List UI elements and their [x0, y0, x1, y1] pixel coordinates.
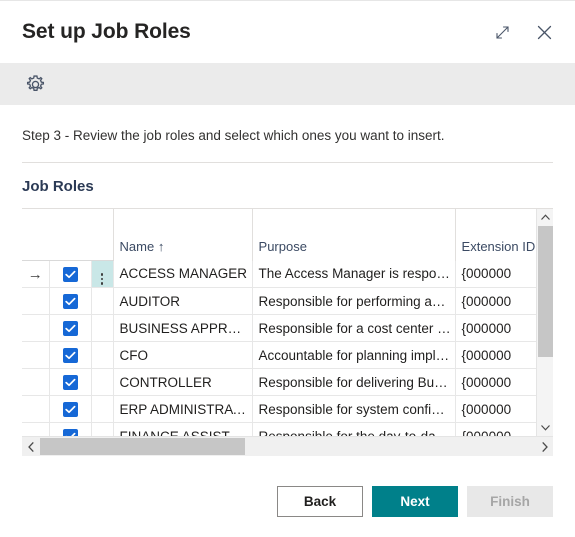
- column-header-name[interactable]: Name ↑: [112, 209, 253, 261]
- vertical-scroll-track[interactable]: [537, 226, 554, 419]
- row-checkbox[interactable]: [62, 429, 78, 437]
- row-menu-cell[interactable]: [91, 314, 114, 343]
- grid-scroll-area: Name ↑ Purpose Extension ID → ACCESS MANA…: [22, 209, 554, 437]
- section-title: Job Roles: [22, 178, 94, 196]
- cell-purpose[interactable]: The Access Manager is responsi...: [252, 260, 456, 289]
- cell-name[interactable]: ERP ADMINISTRATOR: [113, 395, 253, 424]
- finish-button: Finish: [467, 486, 553, 517]
- setup-job-roles-dialog: Set up Job Roles Step 3 - Review the job…: [0, 0, 575, 537]
- job-roles-grid: Name ↑ Purpose Extension ID → ACCESS MANA…: [22, 208, 554, 457]
- row-menu-cell[interactable]: [91, 368, 114, 397]
- dialog-body: Step 3 - Review the job roles and select…: [0, 105, 575, 468]
- vertical-scroll-thumb[interactable]: [537, 226, 553, 358]
- row-select-cell[interactable]: [49, 287, 92, 316]
- table-row[interactable]: CFO Accountable for planning imple... {000…: [22, 341, 553, 370]
- row-checkbox[interactable]: [62, 348, 78, 364]
- row-menu-cell[interactable]: [91, 287, 114, 316]
- gear-icon[interactable]: [22, 71, 48, 97]
- close-icon[interactable]: [531, 19, 557, 45]
- row-checkbox[interactable]: [62, 267, 78, 283]
- cell-name[interactable]: CFO: [113, 341, 253, 370]
- row-checkbox[interactable]: [62, 321, 78, 337]
- row-menu-cell[interactable]: [91, 260, 114, 289]
- cell-purpose[interactable]: Responsible for performing audi...: [252, 287, 456, 316]
- cell-purpose[interactable]: Responsible for the day-to-day ...: [252, 422, 456, 437]
- more-options-icon[interactable]: [100, 273, 104, 285]
- row-checkbox[interactable]: [62, 294, 78, 310]
- table-body: → ACCESS MANAGER The Access Manager is res…: [22, 260, 553, 437]
- row-select-cell[interactable]: [49, 260, 92, 289]
- divider: [22, 162, 553, 164]
- table-row[interactable]: → ACCESS MANAGER The Access Manager is res…: [22, 260, 553, 289]
- row-indicator-cell: [22, 422, 50, 437]
- cell-name[interactable]: AUDITOR: [113, 287, 253, 316]
- grid-horizontal-scrollbar[interactable]: [22, 436, 553, 457]
- row-menu-cell[interactable]: [91, 395, 114, 424]
- row-indicator-cell: [22, 314, 50, 343]
- table-row[interactable]: CONTROLLER Responsible for delivering Bus…: [22, 368, 553, 397]
- cell-name[interactable]: BUSINESS APPROV...: [113, 314, 253, 343]
- table-row[interactable]: ERP ADMINISTRATOR Responsible for system …: [22, 395, 553, 424]
- chevron-up-icon[interactable]: [537, 209, 554, 226]
- chevron-down-icon[interactable]: [537, 419, 554, 436]
- dialog-toolbar: [0, 63, 575, 105]
- column-header-selection: [22, 209, 114, 262]
- row-current-indicator: →: [22, 260, 50, 289]
- cell-purpose[interactable]: Responsible for system configur...: [252, 395, 456, 424]
- row-indicator-cell: [22, 395, 50, 424]
- row-menu-cell[interactable]: [91, 341, 114, 370]
- row-select-cell[interactable]: [49, 422, 92, 437]
- expand-diagonal-icon[interactable]: [489, 19, 515, 45]
- table-row[interactable]: AUDITOR Responsible for performing audi..…: [22, 287, 553, 316]
- chevron-right-icon[interactable]: [535, 437, 553, 457]
- column-header-purpose[interactable]: Purpose: [251, 209, 456, 261]
- next-button[interactable]: Next: [372, 486, 458, 517]
- row-select-cell[interactable]: [49, 368, 92, 397]
- cell-name[interactable]: CONTROLLER: [113, 368, 253, 397]
- table-row[interactable]: BUSINESS APPROV... Responsible for a cost…: [22, 314, 553, 343]
- table-header: Name ↑ Purpose Extension ID: [22, 209, 553, 262]
- table-row[interactable]: FINANCE ASSISTANT Responsible for the day…: [22, 422, 553, 437]
- cell-name[interactable]: ACCESS MANAGER: [113, 260, 253, 289]
- horizontal-scroll-track[interactable]: [40, 437, 535, 457]
- cell-name[interactable]: FINANCE ASSISTANT: [113, 422, 253, 437]
- grid-vertical-scrollbar[interactable]: [536, 209, 554, 437]
- row-indicator-cell: [22, 341, 50, 370]
- row-select-cell[interactable]: [49, 395, 92, 424]
- job-roles-table: Name ↑ Purpose Extension ID → ACCESS MANA…: [22, 209, 553, 437]
- titlebar-actions: [489, 19, 557, 45]
- dialog-titlebar: Set up Job Roles: [0, 1, 575, 63]
- arrow-right-icon: →: [27, 265, 43, 283]
- horizontal-scroll-thumb[interactable]: [40, 437, 245, 455]
- back-button[interactable]: Back: [277, 486, 363, 517]
- cell-purpose[interactable]: Responsible for delivering Busin...: [252, 368, 456, 397]
- cell-purpose[interactable]: Accountable for planning imple...: [252, 341, 456, 370]
- chevron-left-icon[interactable]: [22, 437, 40, 457]
- page-title: Set up Job Roles: [22, 20, 191, 43]
- row-indicator-cell: [22, 287, 50, 316]
- row-checkbox[interactable]: [62, 402, 78, 418]
- row-menu-cell[interactable]: [91, 422, 114, 437]
- row-select-cell[interactable]: [49, 341, 92, 370]
- row-checkbox[interactable]: [62, 375, 78, 391]
- step-instruction: Step 3 - Review the job roles and select…: [22, 128, 445, 143]
- row-indicator-cell: [22, 368, 50, 397]
- cell-purpose[interactable]: Responsible for a cost center or...: [252, 314, 456, 343]
- row-select-cell[interactable]: [49, 314, 92, 343]
- dialog-footer: Back Next Finish: [0, 468, 575, 537]
